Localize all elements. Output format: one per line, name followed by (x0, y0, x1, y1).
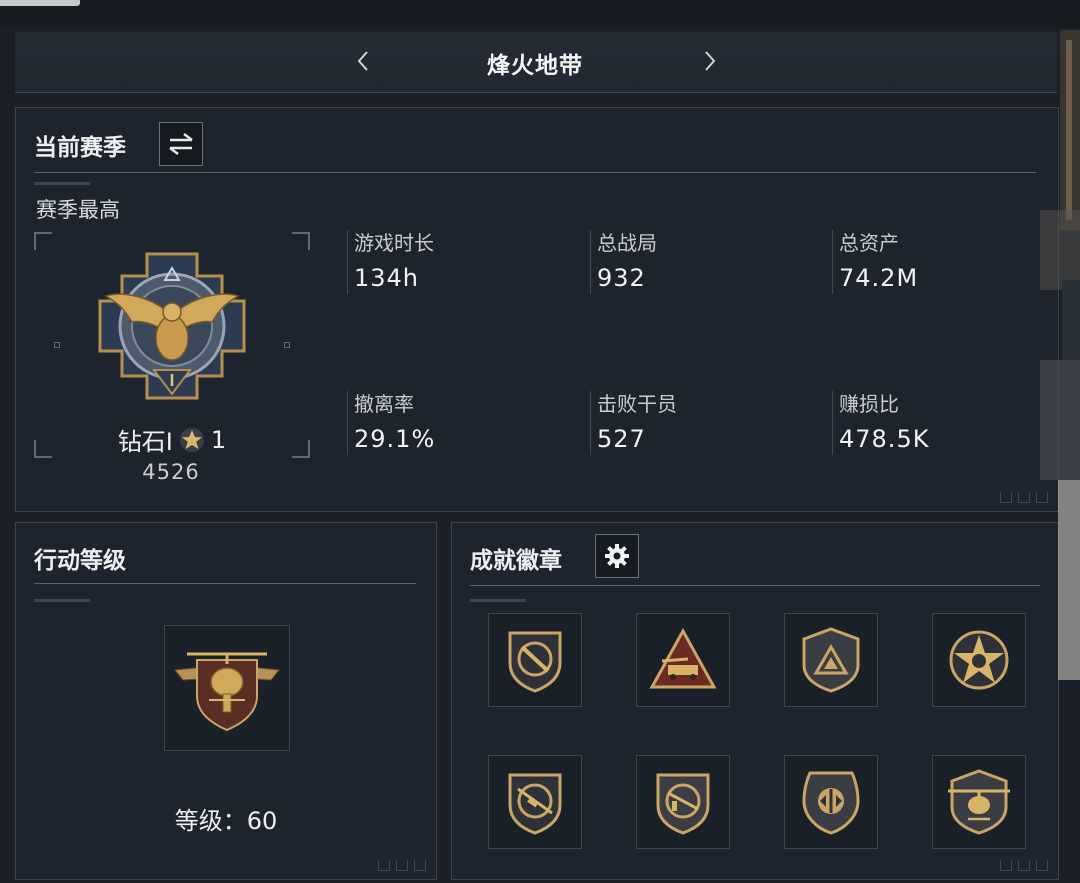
badge-slot-6[interactable] (636, 755, 730, 849)
level-title: 行动等级 (34, 548, 126, 574)
level-emblem-box (164, 625, 290, 751)
mode-title: 烽火地带 (487, 53, 583, 79)
chevron-right-icon (705, 51, 716, 71)
triangle-vehicle-icon (649, 627, 717, 689)
stat-total-matches: 总战局 932 (590, 230, 827, 294)
shield-knife-icon (508, 631, 562, 693)
badge-slot-5[interactable] (488, 755, 582, 849)
badge-settings-button[interactable] (595, 534, 639, 578)
shield-emblem-icon (802, 771, 860, 835)
operation-level-panel: 行动等级 等级：60 (15, 522, 437, 880)
next-mode-button[interactable] (695, 46, 725, 76)
stat-label: 总战局 (597, 231, 657, 255)
badge-slot-2[interactable] (636, 613, 730, 707)
stat-label: 游戏时长 (354, 231, 434, 255)
stat-extraction-rate: 撤离率 29.1% (347, 391, 584, 455)
helicopter-emblem-icon (174, 652, 280, 732)
stat-value: 527 (597, 425, 646, 453)
switch-season-button[interactable] (159, 122, 203, 166)
achievement-badges-panel: 成就徽章 (451, 522, 1059, 880)
stat-operators-defeated: 击败干员 527 (590, 391, 827, 455)
swap-icon (169, 133, 193, 155)
stat-value: 74.2M (839, 264, 919, 292)
stat-label: 总资产 (839, 231, 899, 255)
diamond-rank-emblem-icon (98, 252, 246, 400)
character-art-image (1040, 30, 1080, 680)
level-text: 等级：60 (174, 807, 278, 835)
current-season-panel: 当前赛季 赛季最高 钻石I 1 4526 游戏时长 134h 总战局 932 总… (15, 107, 1059, 512)
badges-title: 成就徽章 (470, 548, 562, 574)
rank-name-row: 钻石I 1 (34, 422, 310, 457)
shield-gun-icon (656, 773, 710, 835)
stat-value: 29.1% (354, 425, 436, 453)
stat-profit-loss-ratio: 赚损比 478.5K (832, 391, 1069, 455)
season-title: 当前赛季 (34, 135, 126, 161)
stat-label: 击败干员 (597, 392, 677, 416)
season-best-label: 赛季最高 (36, 198, 120, 222)
shield-helicopter-icon (948, 769, 1010, 835)
shield-rifle-icon (508, 773, 562, 835)
stat-value: 932 (597, 264, 646, 292)
top-strip (0, 0, 1080, 28)
stat-total-assets: 总资产 74.2M (832, 230, 1069, 294)
badge-slot-7[interactable] (784, 755, 878, 849)
previous-mode-button[interactable] (348, 46, 378, 76)
rank-name: 钻石I (117, 428, 173, 456)
badge-slot-1[interactable] (488, 613, 582, 707)
badge-slot-8[interactable] (932, 755, 1026, 849)
rank-stars: 1 (210, 425, 227, 454)
badge-slot-4[interactable] (932, 613, 1026, 707)
game-profile-screen: 烽火地带 当前赛季 赛季最高 钻石I 1 4526 游戏时长 134h 总战局 … (0, 0, 1080, 883)
badge-slot-3[interactable] (784, 613, 878, 707)
stat-label: 撤离率 (354, 392, 414, 416)
chevron-left-icon (357, 51, 368, 71)
rank-card: 钻石I 1 (34, 232, 310, 458)
gear-icon (605, 544, 629, 568)
star-icon (179, 427, 204, 452)
mode-switcher: 烽火地带 (15, 32, 1057, 93)
stat-label: 赚损比 (839, 392, 899, 416)
star-skull-icon (949, 630, 1009, 690)
shield-triangle-icon (802, 627, 860, 693)
stat-value: 134h (354, 264, 420, 292)
stat-play-time: 游戏时长 134h (347, 230, 584, 294)
rank-score: 4526 (142, 460, 200, 484)
stat-value: 478.5K (839, 425, 930, 453)
